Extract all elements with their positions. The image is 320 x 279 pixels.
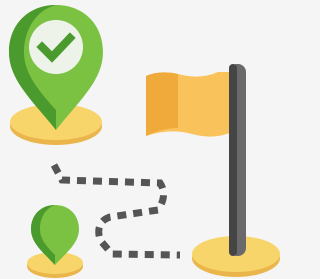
illustration-canvas bbox=[0, 0, 281, 279]
route-illustration bbox=[9, 5, 280, 278]
flag-icon bbox=[146, 64, 246, 256]
